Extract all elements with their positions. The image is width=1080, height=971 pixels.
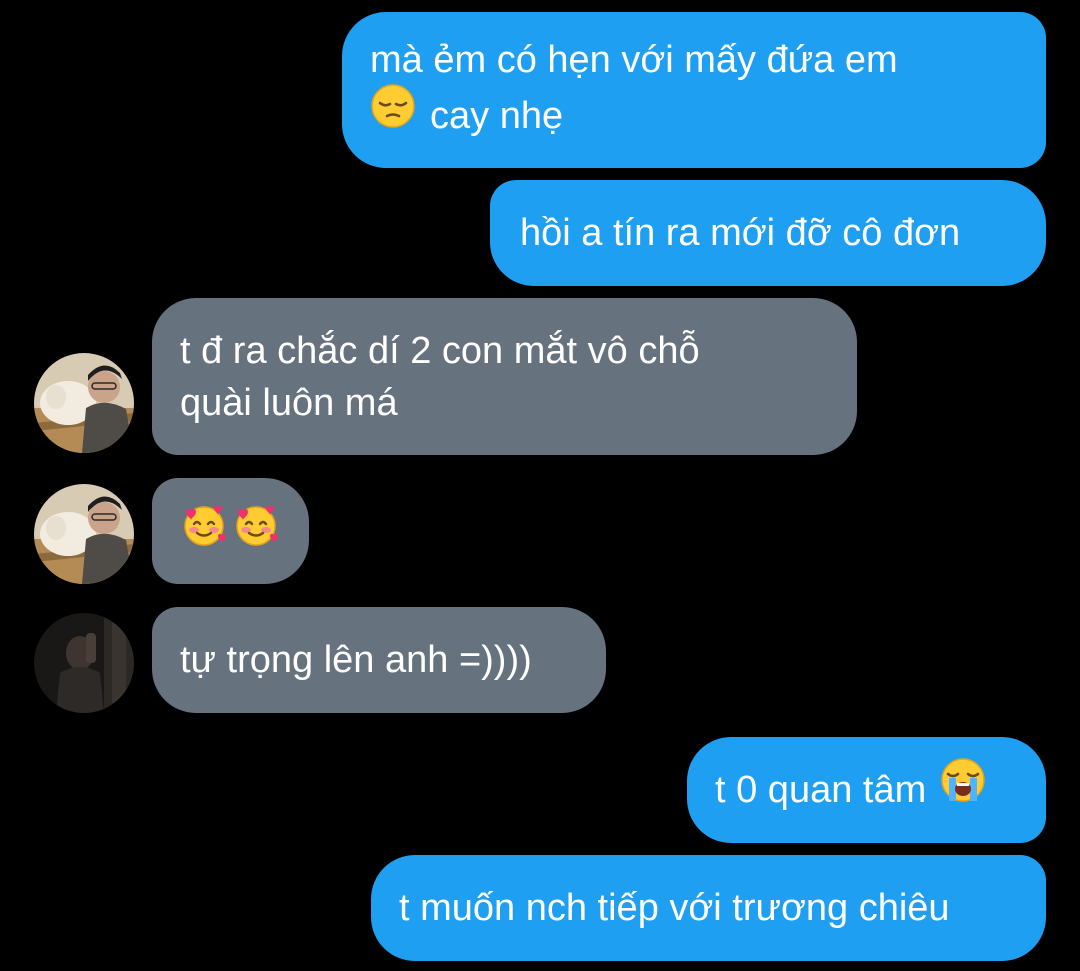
message-text: quài luôn má [180,381,398,424]
message-text: t đ ra chắc dí 2 con mắt vô chỗ [180,329,700,372]
message-bubble-received[interactable] [152,478,309,584]
smiling-face-with-hearts-icon [232,500,280,562]
message-bubble-received[interactable]: tự trọng lên anh =)))) [152,607,606,713]
message-line-2: cay nhẹ [370,83,1018,146]
message-bubble-received[interactable]: t đ ra chắc dí 2 con mắt vô chỗ quài luô… [152,298,857,455]
message-text: t muốn nch tiếp với trương chiêu [399,887,950,929]
avatar-photo [34,613,134,713]
avatar-photo [34,484,134,584]
message-text: mà ẻm có hẹn với mấy đứa em [370,39,898,81]
message-text: t 0 quan tâm [715,769,927,811]
avatar[interactable] [34,353,134,453]
smiling-face-with-hearts-icon [180,500,228,562]
avatar[interactable] [34,613,134,713]
message-text: tự trọng lên anh =)))) [180,639,532,681]
message-bubble-sent[interactable]: mà ẻm có hẹn với mấy đứa em cay nhẹ [342,12,1046,168]
message-bubble-sent[interactable]: hồi a tín ra mới đỡ cô đơn [490,180,1046,286]
avatar[interactable] [34,484,134,584]
message-bubble-sent[interactable]: t 0 quan tâm [687,737,1046,843]
loudly-crying-face-icon [938,755,988,819]
avatar-photo [34,353,134,453]
message-bubble-sent[interactable]: t muốn nch tiếp với trương chiêu [371,855,1046,961]
pensive-face-icon [370,83,416,143]
emoji-row [180,500,281,562]
message-text: cay nhẹ [430,95,564,137]
message-line: t 0 quan tâm [715,758,1018,822]
message-text: hồi a tín ra mới đỡ cô đơn [520,212,961,254]
